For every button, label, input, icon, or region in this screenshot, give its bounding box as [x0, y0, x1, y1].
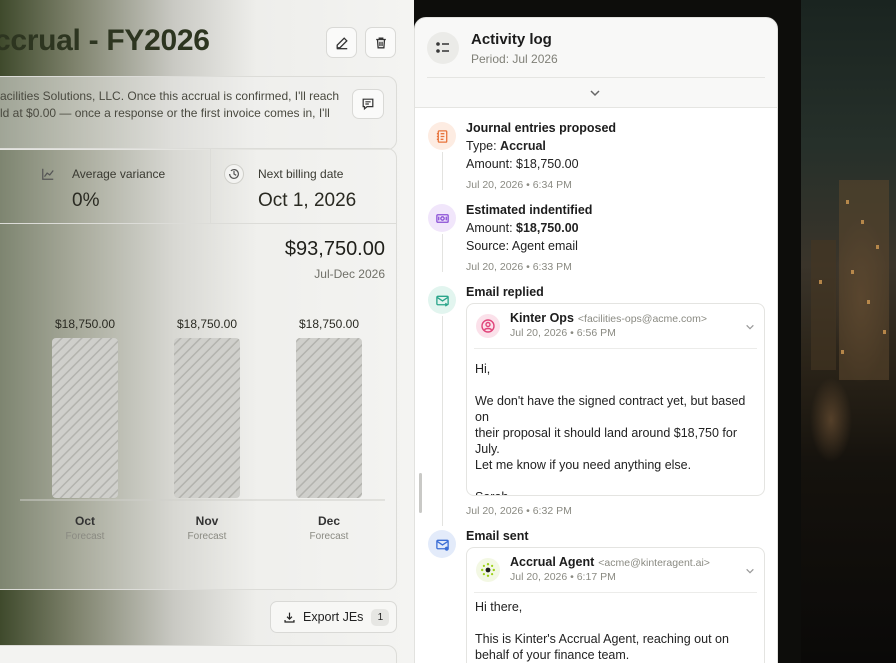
- activity-item-title: Journal entries proposed: [466, 121, 617, 135]
- divider: [474, 592, 757, 593]
- x-tick-label: Nov: [196, 514, 219, 528]
- agent-logo-icon: [481, 563, 495, 577]
- agent-avatar: [476, 558, 500, 582]
- activity-log-period: Period: Jul 2026: [471, 52, 558, 66]
- sender-email: <facilities-ops@acme.com>: [577, 313, 708, 325]
- history-icon: [224, 164, 244, 184]
- next-section-card: [0, 645, 397, 663]
- email-date: Jul 20, 2026 • 6:17 PM: [510, 571, 616, 583]
- activity-item-time: Jul 20, 2026 • 6:33 PM: [466, 261, 572, 273]
- chevron-down-icon: [590, 90, 600, 97]
- x-tick-sublabel: Forecast: [66, 531, 105, 542]
- activity-item-title: Email sent: [466, 529, 529, 543]
- email-body: Hi there, This is Kinter's Accrual Agent…: [475, 600, 729, 662]
- detail-label: Amount:: [466, 221, 517, 235]
- activity-item-detail: Amount: $18,750.00: [466, 157, 579, 171]
- activity-log-title: Activity log: [471, 31, 552, 48]
- email-sender: Accrual Agent <acme@kinteragent.ai>: [510, 555, 710, 569]
- bar-value-label: $18,750.00: [55, 317, 115, 331]
- x-tick-sublabel: Forecast: [188, 531, 227, 542]
- email-body: Hi, We don't have the signed contract ye…: [475, 362, 746, 495]
- forecast-bar-chart: $18,750.00 Oct Forecast $18,750.00 Nov Foreca…: [20, 317, 385, 542]
- activity-item-title: Estimated indentified: [466, 203, 593, 217]
- total-period: Jul-Dec 2026: [314, 267, 385, 281]
- next-billing-value: Oct 1, 2026: [258, 190, 357, 211]
- comment-icon: [362, 98, 374, 111]
- summary-text: acilities Solutions, LLC. Once this accr…: [0, 88, 342, 122]
- sender-email: <acme@kinteragent.ai>: [598, 557, 710, 569]
- activity-timeline: Journal entries proposed Type: Accrual A…: [415, 108, 777, 663]
- export-count-badge: 1: [371, 608, 390, 626]
- email-date: Jul 20, 2026 • 6:56 PM: [510, 327, 616, 339]
- chart-bar: [174, 338, 240, 498]
- chart-bar: [52, 338, 118, 498]
- email-expand[interactable]: [745, 563, 755, 581]
- average-variance-label: Average variance: [72, 167, 166, 181]
- activity-item-detail: Amount: $18,750.00: [466, 221, 579, 235]
- trash-icon: [375, 37, 386, 48]
- email-expand[interactable]: [745, 319, 755, 337]
- detail-value: Accrual: [500, 139, 546, 153]
- detail-value: $18,750.00: [516, 221, 579, 235]
- sender-name: Kinter Ops: [510, 311, 574, 325]
- page-title: ccrual - FY2026: [0, 24, 210, 57]
- email-reply-card[interactable]: Kinter Ops <facilities-ops@acme.com> Jul …: [466, 303, 765, 496]
- comment-button[interactable]: [352, 89, 384, 119]
- mail-sent-icon: [428, 530, 456, 558]
- download-icon: [284, 612, 295, 623]
- trend-icon: [38, 164, 58, 184]
- background-photo: [801, 0, 896, 663]
- divider: [0, 223, 397, 224]
- email-sender: Kinter Ops <facilities-ops@acme.com>: [510, 311, 707, 325]
- average-variance-value: 0%: [72, 190, 100, 211]
- email-sent-card[interactable]: Accrual Agent <acme@kinteragent.ai> Jul 2…: [466, 547, 765, 663]
- activity-item-detail: Type: Accrual: [466, 139, 546, 153]
- divider: [427, 77, 765, 78]
- detail-label: Type:: [466, 139, 501, 153]
- activity-item-time: Jul 20, 2026 • 6:34 PM: [466, 179, 572, 191]
- x-tick-label: Oct: [75, 514, 95, 528]
- summary-line: acilities Solutions, LLC. Once this accr…: [0, 89, 340, 103]
- activity-item-time: Jul 20, 2026 • 6:32 PM: [466, 505, 572, 517]
- edit-button[interactable]: [326, 27, 357, 58]
- timeline-connector: [442, 152, 443, 190]
- timeline-connector: [442, 316, 443, 526]
- mail-reply-icon: [428, 286, 456, 314]
- resize-handle[interactable]: [419, 473, 422, 513]
- divider: [210, 149, 211, 223]
- timeline-connector: [442, 234, 443, 272]
- list-icon: [427, 32, 459, 64]
- summary-line: ld at $0.00 — once a response or the fir…: [0, 106, 330, 120]
- export-jes-button[interactable]: Export JEs 1: [270, 601, 397, 633]
- divider: [474, 348, 757, 349]
- avatar: [476, 314, 500, 338]
- chevron-down-icon: [746, 324, 754, 330]
- activity-item-title: Email replied: [466, 285, 544, 299]
- chevron-down-icon: [746, 568, 754, 574]
- activity-log-panel: Activity log Period: Jul 2026 Journal en…: [414, 17, 778, 663]
- next-billing-label: Next billing date: [258, 167, 344, 181]
- expand-toggle[interactable]: [589, 86, 603, 100]
- export-label: Export JEs: [303, 610, 364, 624]
- pencil-icon: [336, 36, 348, 49]
- money-icon: [428, 204, 456, 232]
- x-tick-label: Dec: [318, 514, 340, 528]
- total-value: $93,750.00: [284, 238, 385, 260]
- delete-button[interactable]: [365, 27, 396, 58]
- chart-bar: [296, 338, 362, 498]
- journal-icon: [428, 122, 456, 150]
- sender-name: Accrual Agent: [510, 555, 595, 569]
- bar-value-label: $18,750.00: [177, 317, 237, 331]
- accrual-detail-area: ccrual - FY2026 acilities Solutions, LLC…: [0, 0, 414, 663]
- activity-item-detail: Source: Agent email: [466, 239, 578, 253]
- bar-value-label: $18,750.00: [299, 317, 359, 331]
- x-tick-sublabel: Forecast: [310, 531, 349, 542]
